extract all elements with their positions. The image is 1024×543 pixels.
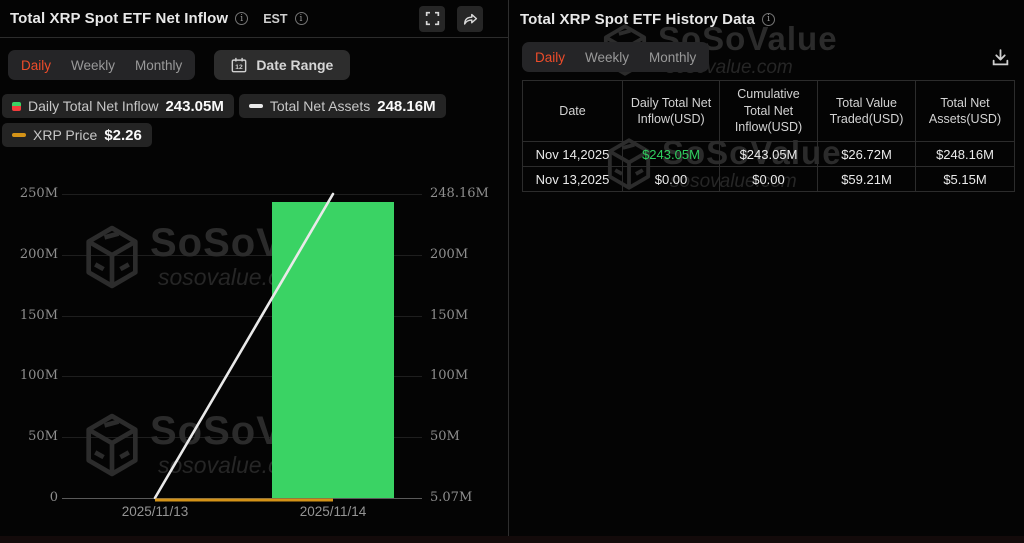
share-button[interactable] xyxy=(457,6,483,32)
legend-value: 243.05M xyxy=(165,98,223,115)
table-cell: $243.05M xyxy=(623,142,720,167)
table-head: DateDaily Total Net Inflow(USD)Cumulativ… xyxy=(523,81,1015,142)
tab-weekly[interactable]: Weekly xyxy=(71,58,115,73)
download-button[interactable] xyxy=(989,46,1011,68)
assets-line-swatch-icon xyxy=(249,104,263,108)
table-cell: $248.16M xyxy=(916,142,1015,167)
table-cell: $26.72M xyxy=(818,142,916,167)
download-icon xyxy=(991,48,1010,67)
share-icon xyxy=(462,11,478,27)
fullscreen-button[interactable] xyxy=(419,6,445,32)
table-cell: Nov 13,2025 xyxy=(523,167,623,192)
legend-label: Total Net Assets xyxy=(270,98,370,114)
tab-monthly[interactable]: Monthly xyxy=(135,58,182,73)
period-tab-group: Daily Weekly Monthly xyxy=(522,42,709,72)
chart-header: Total XRP Spot ETF Net Inflow i EST i xyxy=(0,0,509,38)
table-cell: $0.00 xyxy=(623,167,720,192)
legend-label: XRP Price xyxy=(33,127,97,143)
legend-item-xrp-price[interactable]: XRP Price $2.26 xyxy=(2,123,152,147)
history-table: DateDaily Total Net Inflow(USD)Cumulativ… xyxy=(522,80,1015,192)
chart-lines xyxy=(0,160,509,536)
legend-row: XRP Price $2.26 xyxy=(2,123,152,147)
column-header: Date xyxy=(523,81,623,142)
table-cell: Nov 14,2025 xyxy=(523,142,623,167)
table-cell: $59.21M xyxy=(818,167,916,192)
table-header-bar: Total XRP Spot ETF History Data i xyxy=(510,0,1024,38)
legend-value: $2.26 xyxy=(104,127,142,144)
period-tab-group: Daily Weekly Monthly xyxy=(8,50,195,80)
legend-label: Daily Total Net Inflow xyxy=(28,98,158,114)
date-range-button[interactable]: 12 Date Range xyxy=(214,50,350,80)
legend-item-net-assets[interactable]: Total Net Assets 248.16M xyxy=(239,94,446,118)
bottom-strip xyxy=(0,536,1024,543)
fullscreen-icon xyxy=(425,11,440,26)
net-inflow-chart: 250M248.16M200M200M150M150M100M100M50M50… xyxy=(0,160,509,536)
tab-weekly[interactable]: Weekly xyxy=(585,50,629,65)
table-row: Nov 14,2025$243.05M$243.05M$26.72M$248.1… xyxy=(523,142,1015,167)
table-cell: $0.00 xyxy=(720,167,818,192)
table-cell: $243.05M xyxy=(720,142,818,167)
table-cell: $5.15M xyxy=(916,167,1015,192)
svg-text:12: 12 xyxy=(236,64,244,71)
column-header: Daily Total Net Inflow(USD) xyxy=(623,81,720,142)
timezone-label: EST xyxy=(263,12,287,26)
history-data-panel: Total XRP Spot ETF History Data i Daily W… xyxy=(510,0,1024,536)
chart-title: Total XRP Spot ETF Net Inflow xyxy=(10,10,228,27)
calendar-icon: 12 xyxy=(231,57,247,73)
column-header: Cumulative Total Net Inflow(USD) xyxy=(720,81,818,142)
column-header: Total Value Traded(USD) xyxy=(818,81,916,142)
chart-controls: Daily Weekly Monthly 12 Date Range xyxy=(8,50,350,80)
tab-daily[interactable]: Daily xyxy=(21,58,51,73)
table-title: Total XRP Spot ETF History Data xyxy=(520,11,755,28)
column-header: Total Net Assets(USD) xyxy=(916,81,1015,142)
table-row: Nov 13,2025$0.00$0.00$59.21M$5.15M xyxy=(523,167,1015,192)
legend-value: 248.16M xyxy=(377,98,435,115)
legend-row: Daily Total Net Inflow 243.05M Total Net… xyxy=(2,94,446,118)
net-assets-line xyxy=(155,194,333,498)
table-controls: Daily Weekly Monthly xyxy=(522,42,709,72)
date-range-label: Date Range xyxy=(256,57,333,73)
table-body: Nov 14,2025$243.05M$243.05M$26.72M$248.1… xyxy=(523,142,1015,192)
timezone-info-icon[interactable]: i xyxy=(295,12,308,25)
net-inflow-chart-panel: Total XRP Spot ETF Net Inflow i EST i Da… xyxy=(0,0,509,536)
info-icon[interactable]: i xyxy=(762,13,775,26)
inflow-swatch-icon xyxy=(12,102,21,111)
info-icon[interactable]: i xyxy=(235,12,248,25)
tab-monthly[interactable]: Monthly xyxy=(649,50,696,65)
legend-item-daily-inflow[interactable]: Daily Total Net Inflow 243.05M xyxy=(2,94,234,118)
tab-daily[interactable]: Daily xyxy=(535,50,565,65)
price-line-swatch-icon xyxy=(12,133,26,137)
dashboard: Total XRP Spot ETF Net Inflow i EST i Da… xyxy=(0,0,1024,543)
